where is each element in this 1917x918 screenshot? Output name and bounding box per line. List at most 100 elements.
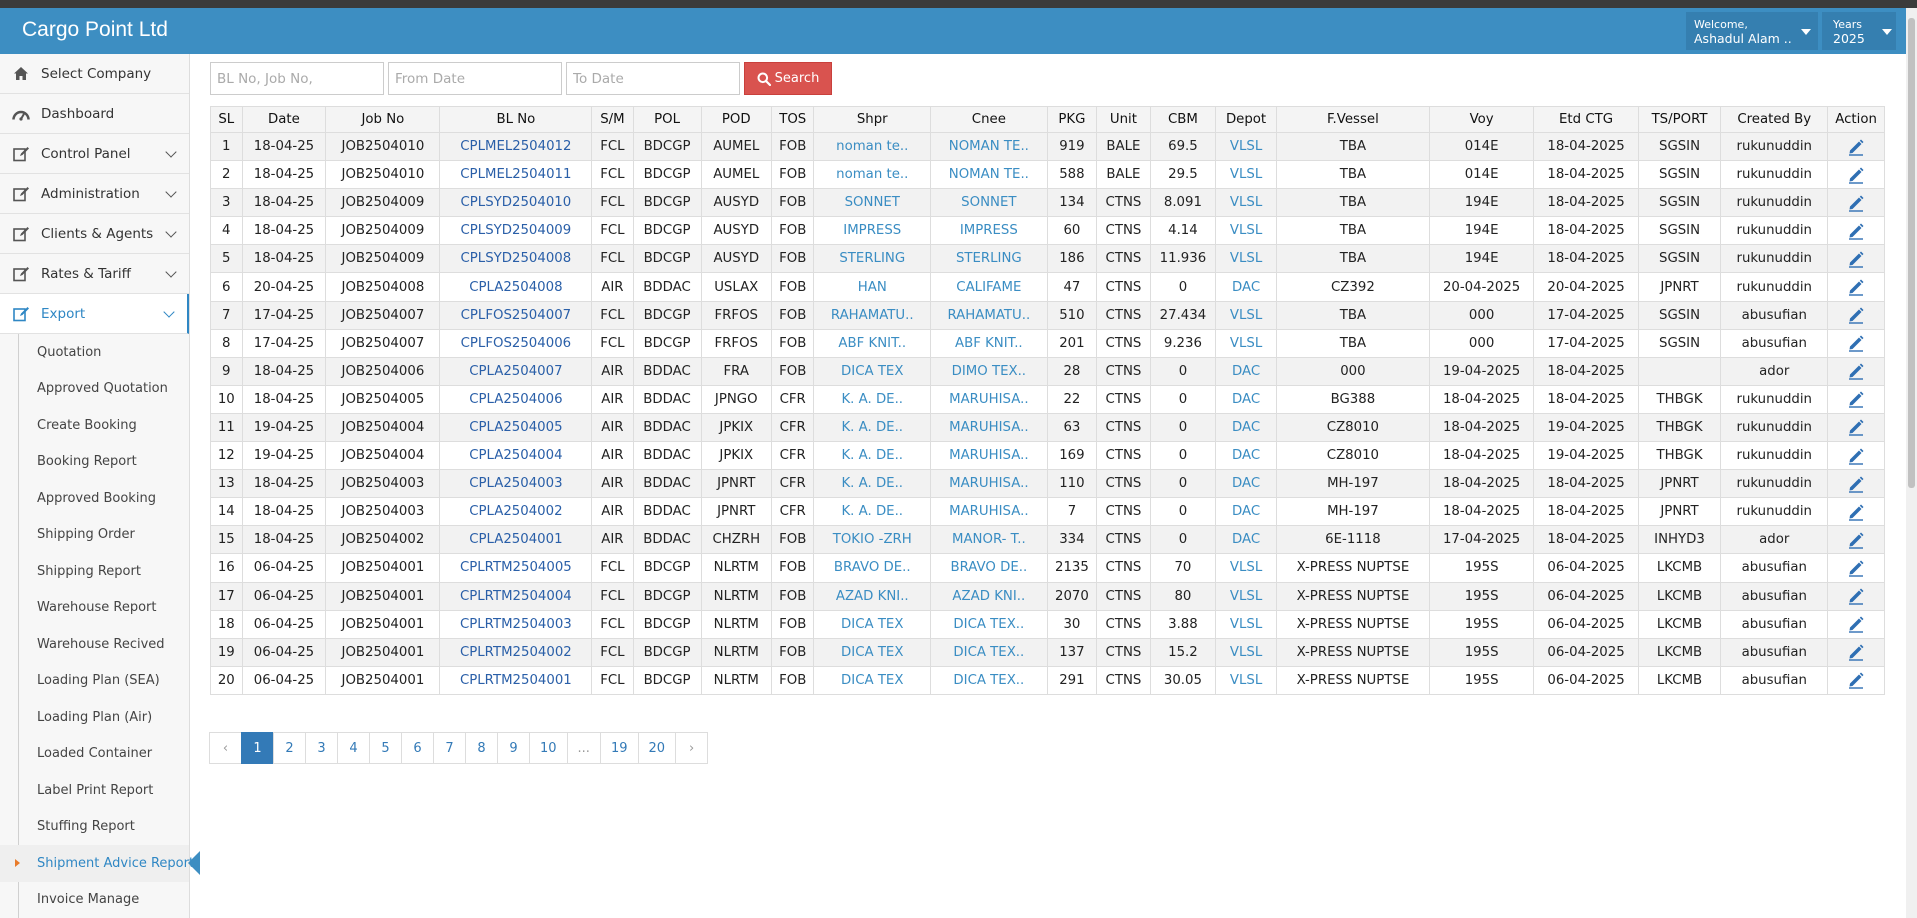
cell-shipper[interactable]: K. A. DE.. <box>813 441 932 471</box>
cell-shipper[interactable]: DICA TEX <box>813 356 932 386</box>
submenu-item-shipping-report[interactable]: Shipping Report <box>0 553 189 590</box>
brand-title[interactable]: Cargo Point Ltd <box>22 18 168 42</box>
cell-shipper[interactable]: noman te.. <box>813 160 932 190</box>
column-header-shpr[interactable]: Shpr <box>813 106 932 133</box>
sidebar-item-rates-tariff[interactable]: Rates & Tariff <box>0 254 189 294</box>
cell-consignee[interactable]: RAHAMATU.. <box>930 300 1048 330</box>
pencil-edit-icon[interactable] <box>1847 447 1865 465</box>
column-header-pod[interactable]: POD <box>700 106 772 133</box>
cell-bl-no[interactable]: CPLA2504004 <box>439 441 593 471</box>
cell-consignee[interactable]: CALIFAME <box>930 272 1048 302</box>
cell-depot[interactable]: VLSL <box>1215 328 1277 358</box>
cell-depot[interactable]: VLSL <box>1215 553 1277 583</box>
cell-bl-no[interactable]: CPLSYD2504010 <box>439 188 593 218</box>
cell-depot[interactable]: DAC <box>1215 412 1277 443</box>
pencil-edit-icon[interactable] <box>1847 418 1865 437</box>
cell-depot[interactable]: VLSL <box>1215 665 1277 695</box>
cell-bl-no[interactable]: CPLFOS2504006 <box>439 328 593 358</box>
to-date-input[interactable] <box>566 62 740 95</box>
submenu-item-shipment-advice-report[interactable]: Shipment Advice Report <box>0 845 200 882</box>
cell-depot[interactable]: VLSL <box>1215 609 1277 639</box>
cell-bl-no[interactable]: CPLMEL2504012 <box>439 131 593 162</box>
pager-page[interactable]: 10 <box>529 732 568 764</box>
cell-consignee[interactable]: STERLING <box>930 244 1048 274</box>
pager-page[interactable]: 5 <box>369 732 402 764</box>
pencil-edit-icon[interactable] <box>1847 250 1865 268</box>
cell-depot[interactable]: VLSL <box>1215 188 1277 218</box>
sidebar-item-control-panel[interactable]: Control Panel <box>0 134 189 174</box>
pager-page[interactable]: 6 <box>401 732 434 764</box>
cell-bl-no[interactable]: CPLA2504007 <box>439 356 593 386</box>
cell-shipper[interactable]: ABF KNIT.. <box>813 328 932 358</box>
column-header-job-no[interactable]: Job No <box>325 106 441 133</box>
cell-bl-no[interactable]: CPLSYD2504009 <box>439 216 593 246</box>
column-header-etd-ctg[interactable]: Etd CTG <box>1533 106 1639 133</box>
cell-depot[interactable]: DAC <box>1215 441 1277 471</box>
cell-consignee[interactable]: NOMAN TE.. <box>930 131 1048 162</box>
submenu-item-warehouse-recived[interactable]: Warehouse Recived <box>0 626 189 663</box>
column-header-f-vessel[interactable]: F.Vessel <box>1275 106 1430 133</box>
cell-consignee[interactable]: AZAD KNI.. <box>930 581 1048 611</box>
cell-shipper[interactable]: TOKIO -ZRH <box>813 525 932 555</box>
submenu-item-approved-booking[interactable]: Approved Booking <box>0 480 189 517</box>
submenu-item-loading-plan-sea-[interactable]: Loading Plan (SEA) <box>0 663 189 700</box>
pencil-edit-icon[interactable] <box>1847 278 1865 296</box>
cell-depot[interactable]: VLSL <box>1215 581 1277 611</box>
cell-bl-no[interactable]: CPLRTM2504005 <box>439 553 593 583</box>
year-selector[interactable]: Years 2025 <box>1822 12 1896 50</box>
pencil-edit-icon[interactable] <box>1847 138 1865 156</box>
column-header-action[interactable]: Action <box>1827 106 1885 133</box>
column-header-pkg[interactable]: PKG <box>1046 106 1098 133</box>
cell-depot[interactable]: DAC <box>1215 384 1277 414</box>
cell-consignee[interactable]: BRAVO DE.. <box>930 553 1048 583</box>
cell-consignee[interactable]: DICA TEX.. <box>930 665 1048 695</box>
cell-consignee[interactable]: SONNET <box>930 188 1048 218</box>
pencil-edit-icon[interactable] <box>1847 643 1865 661</box>
pencil-edit-icon[interactable] <box>1847 587 1865 605</box>
column-header-unit[interactable]: Unit <box>1096 106 1151 133</box>
sidebar-item-administration[interactable]: Administration <box>0 174 189 214</box>
cell-consignee[interactable]: MARUHISA.. <box>930 384 1048 414</box>
cell-shipper[interactable]: RAHAMATU.. <box>813 300 932 330</box>
cell-shipper[interactable]: DICA TEX <box>813 665 932 695</box>
column-header-pol[interactable]: POL <box>632 106 702 133</box>
cell-bl-no[interactable]: CPLA2504005 <box>439 412 593 443</box>
cell-consignee[interactable]: DIMO TEX.. <box>930 356 1048 386</box>
cell-bl-no[interactable]: CPLA2504006 <box>439 384 593 414</box>
cell-shipper[interactable]: noman te.. <box>813 131 932 162</box>
bl-job-search-input[interactable] <box>210 62 384 95</box>
column-header-bl-no[interactable]: BL No <box>439 106 593 133</box>
column-header-depot[interactable]: Depot <box>1215 106 1277 133</box>
pager-page[interactable]: 3 <box>305 732 338 764</box>
pencil-edit-icon[interactable] <box>1847 194 1865 212</box>
pager-page[interactable]: 2 <box>273 732 306 764</box>
page-scrollbar[interactable] <box>1906 8 1917 918</box>
pencil-edit-icon[interactable] <box>1847 559 1865 577</box>
cell-consignee[interactable]: ABF KNIT.. <box>930 328 1048 358</box>
cell-bl-no[interactable]: CPLA2504003 <box>439 469 593 499</box>
pencil-edit-icon[interactable] <box>1847 615 1865 633</box>
cell-bl-no[interactable]: CPLFOS2504007 <box>439 300 593 330</box>
cell-shipper[interactable]: DICA TEX <box>813 637 932 667</box>
pager-page[interactable]: 4 <box>337 732 370 764</box>
cell-depot[interactable]: VLSL <box>1215 637 1277 667</box>
cell-bl-no[interactable]: CPLRTM2504003 <box>439 609 593 639</box>
cell-shipper[interactable]: K. A. DE.. <box>813 469 932 499</box>
sidebar-item-clients-agents[interactable]: Clients & Agents <box>0 214 189 254</box>
cell-bl-no[interactable]: CPLMEL2504011 <box>439 160 593 190</box>
user-menu[interactable]: Welcome, Ashadul Alam ... <box>1686 12 1818 50</box>
pager-page[interactable]: 19 <box>599 732 639 764</box>
cell-depot[interactable]: VLSL <box>1215 216 1277 246</box>
submenu-item-quotation[interactable]: Quotation <box>0 334 189 371</box>
cell-shipper[interactable]: DICA TEX <box>813 609 932 639</box>
column-header-voy[interactable]: Voy <box>1428 106 1535 133</box>
cell-consignee[interactable]: MARUHISA.. <box>930 497 1048 527</box>
cell-shipper[interactable]: BRAVO DE.. <box>813 553 932 583</box>
submenu-item-approved-quotation[interactable]: Approved Quotation <box>0 371 189 408</box>
submenu-item-invoice-manage[interactable]: Invoice Manage <box>0 882 189 918</box>
submenu-item-label-print-report[interactable]: Label Print Report <box>0 772 189 809</box>
submenu-item-loaded-container[interactable]: Loaded Container <box>0 736 189 773</box>
from-date-input[interactable] <box>388 62 562 95</box>
pencil-edit-icon[interactable] <box>1847 671 1865 690</box>
cell-shipper[interactable]: HAN <box>813 272 932 302</box>
